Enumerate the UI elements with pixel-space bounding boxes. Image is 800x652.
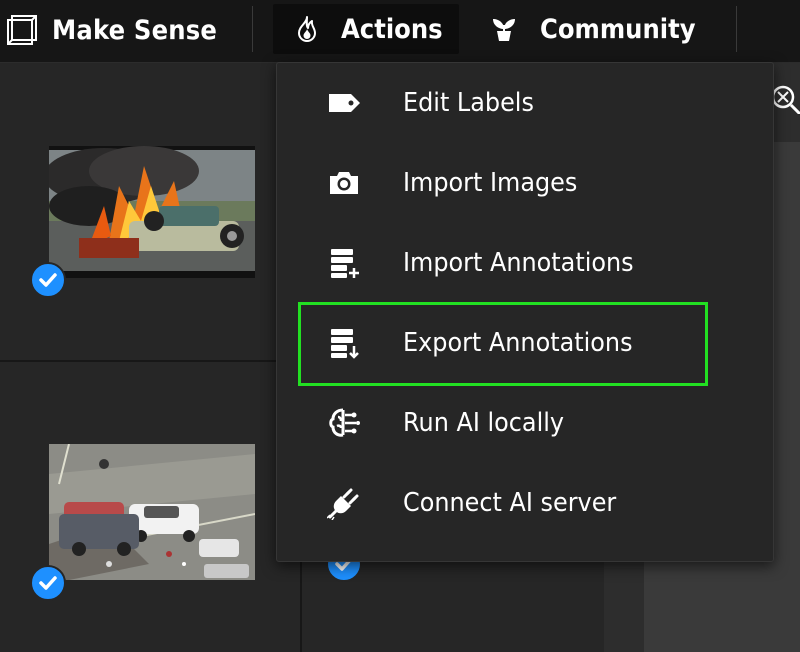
- menu-item-import-annotations[interactable]: Import Annotations: [277, 223, 773, 303]
- row-divider: [0, 360, 300, 362]
- nav-separator: [252, 6, 253, 52]
- actions-menu-button[interactable]: Actions: [273, 4, 459, 54]
- plug-icon: [327, 488, 359, 520]
- community-menu-label: Community: [540, 13, 696, 45]
- menu-item-run-ai-locally[interactable]: Run AI locally: [277, 383, 773, 463]
- menu-item-label: Import Annotations: [403, 248, 634, 278]
- checkmark-icon: [39, 273, 57, 287]
- plant-icon: [493, 19, 515, 41]
- checked-badge: [30, 565, 66, 601]
- menu-item-label: Run AI locally: [403, 408, 565, 438]
- zoom-fit-icon[interactable]: [770, 84, 800, 114]
- car-crash-image: [49, 444, 255, 580]
- top-navigation-bar: Make Sense Actions Community: [0, 0, 800, 63]
- burning-car-image: [49, 146, 255, 278]
- menu-item-connect-ai-server[interactable]: Connect AI server: [277, 463, 773, 543]
- menu-item-label: Connect AI server: [403, 488, 617, 518]
- menu-item-import-images[interactable]: Import Images: [277, 143, 773, 223]
- menu-item-label: Export Annotations: [403, 328, 633, 358]
- flame-icon: [298, 16, 316, 42]
- brand[interactable]: Make Sense: [6, 11, 235, 49]
- menu-item-export-annotations[interactable]: Export Annotations: [277, 303, 773, 383]
- checkmark-icon: [39, 576, 57, 590]
- camera-icon: [330, 172, 358, 194]
- burning-car-thumbnail[interactable]: [49, 146, 255, 278]
- logo-icon: [7, 15, 37, 45]
- actions-dropdown-menu: Edit Labels Import Images Import Annotat…: [276, 62, 774, 562]
- tag-icon: [329, 94, 360, 112]
- community-menu-button[interactable]: Community: [476, 4, 716, 54]
- nav-separator: [736, 6, 737, 52]
- menu-item-edit-labels[interactable]: Edit Labels: [277, 63, 773, 143]
- car-crash-thumbnail[interactable]: [49, 444, 255, 580]
- app-title: Make Sense: [52, 14, 218, 46]
- menu-item-label: Edit Labels: [403, 88, 534, 118]
- brain-icon: [329, 408, 360, 437]
- export-annotations-icon: [331, 329, 359, 359]
- checked-badge: [30, 262, 66, 298]
- import-annotations-icon: [331, 249, 359, 278]
- menu-item-label: Import Images: [403, 168, 578, 198]
- actions-menu-label: Actions: [341, 13, 443, 45]
